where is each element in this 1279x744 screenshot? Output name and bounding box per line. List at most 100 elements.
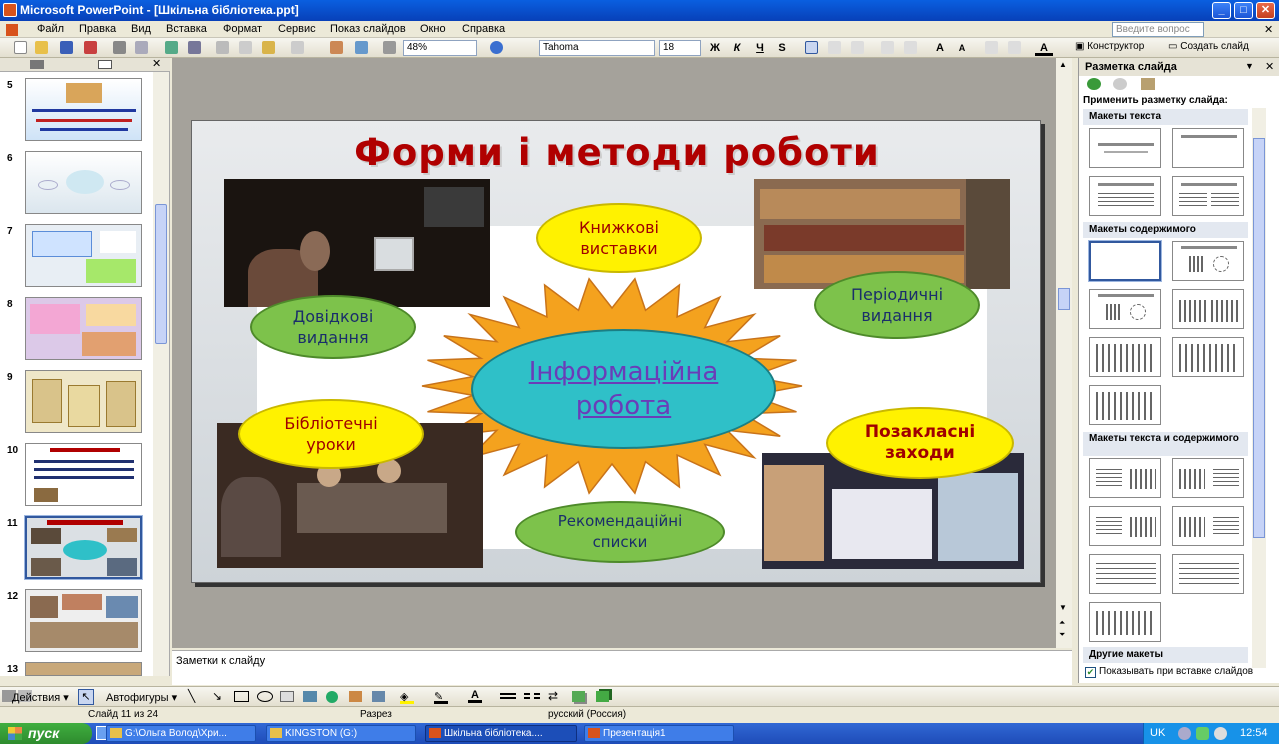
slide-thumbnail-5[interactable] [25,78,142,141]
task-presentation1[interactable]: Презентація1 [584,725,734,742]
task-powerpoint-active[interactable]: Шкільна бібліотека.... [425,725,577,742]
layout-text-content-e[interactable] [1089,554,1161,594]
layout-text-content-g[interactable] [1089,602,1161,642]
menu-file[interactable]: Файл [37,23,64,35]
open-icon[interactable] [35,41,48,54]
ellipse-recommended-lists[interactable]: Рекомендаційні списки [515,501,725,563]
slide-title[interactable]: Форми і методи роботи [192,131,1042,174]
menu-slideshow[interactable]: Показ слайдов [330,23,406,35]
layout-title-text[interactable] [1089,176,1161,216]
bold-button[interactable]: Ж [706,40,724,56]
align-left-icon[interactable] [805,41,818,54]
slide-thumbnail-11[interactable] [24,515,143,580]
menu-view[interactable]: Вид [131,23,151,35]
align-center-icon[interactable] [828,41,841,54]
thumbnails-scrollbar[interactable] [153,72,169,676]
next-slide-icon[interactable]: ⏷ [1059,630,1065,640]
cut-icon[interactable] [216,41,229,54]
task-explorer-folder[interactable]: G:\Ольга Волод\Хри... [106,725,256,742]
ellipse-reference-editions[interactable]: Довідкові видання [250,295,416,359]
decrease-font-button[interactable]: A [953,40,971,56]
layout-content[interactable] [1172,241,1244,281]
bullets-icon[interactable] [904,41,917,54]
safely-remove-icon[interactable] [1214,727,1227,740]
taskpane-scrollbar[interactable] [1252,108,1266,668]
scroll-thumb[interactable] [155,204,167,344]
rectangle-icon[interactable] [234,691,249,702]
increase-indent-icon[interactable] [1008,41,1021,54]
font-color-icon[interactable]: A [468,689,482,703]
ellipse-library-lessons[interactable]: Бібліотечні уроки [238,399,424,469]
menu-edit[interactable]: Правка [79,23,116,35]
slide-scrollbar[interactable]: ▲ ▼ ⏶ ⏷ [1056,58,1072,648]
notes-pane[interactable]: Заметки к слайду [172,650,1072,685]
close-pane-icon[interactable]: ✕ [152,57,161,70]
task-kingston-drive[interactable]: KINGSTON (G:) [266,725,416,742]
align-right-icon[interactable] [851,41,864,54]
home-icon[interactable] [1141,78,1155,90]
dash-style-icon[interactable] [524,693,540,699]
scroll-down-icon[interactable]: ▼ [1059,603,1067,612]
zoom-select[interactable]: 48% [403,40,477,56]
scroll-up-icon[interactable]: ▲ [1059,60,1067,69]
slide-thumbnail-10[interactable] [25,443,142,506]
taskpane-close-icon[interactable]: ✕ [1265,60,1274,73]
arrow-icon[interactable]: ↘ [212,689,222,703]
3d-style-icon[interactable] [596,691,609,702]
grid-icon[interactable] [383,41,396,54]
volume-icon[interactable] [1178,727,1191,740]
oval-icon[interactable] [257,691,273,702]
current-slide[interactable]: Форми і методи роботи Інформаційна робот… [191,120,1041,583]
layout-blank[interactable] [1088,240,1162,282]
fill-color-icon[interactable]: ◈ [400,690,414,704]
designer-button[interactable]: ▣ Конструктор [1075,41,1144,52]
document-icon[interactable] [6,24,18,36]
slides-tab[interactable] [98,60,112,69]
table-icon[interactable] [355,41,368,54]
format-painter-icon[interactable] [262,41,275,54]
layout-text-content-c[interactable] [1089,506,1161,546]
undo-icon[interactable] [291,41,304,54]
diagram-icon[interactable] [326,691,338,703]
shadow-style-icon[interactable] [572,691,585,702]
font-select[interactable]: Tahoma [539,40,655,56]
close-button[interactable]: ✕ [1256,2,1275,19]
select-arrow-icon[interactable]: ↖ [78,689,94,705]
center-ellipse[interactable]: Інформаційна робота [471,329,776,449]
layout-title-only[interactable] [1172,128,1244,168]
ellipse-book-exhibitions[interactable]: Книжкові виставки [536,203,702,273]
layout-title-content[interactable] [1089,289,1161,329]
picture-icon[interactable] [372,691,385,702]
menu-format[interactable]: Формат [223,23,262,35]
layout-title-slide[interactable] [1089,128,1161,168]
actions-menu[interactable]: Действия ▾ [12,691,69,704]
show-on-insert-checkbox[interactable]: ✔ [1085,667,1096,678]
help-icon[interactable] [490,41,503,54]
scroll-thumb[interactable] [1058,288,1070,310]
underline-button[interactable]: Ч [751,40,769,56]
forward-icon[interactable] [1113,78,1127,90]
research-icon[interactable] [188,41,201,54]
layout-text-content-a[interactable] [1089,458,1161,498]
menu-window[interactable]: Окно [420,23,446,35]
increase-font-button[interactable]: A [931,40,949,56]
slide-thumbnail-6[interactable] [25,151,142,214]
layout-four-content-a[interactable] [1089,337,1161,377]
close-doc-icon[interactable]: ✕ [1264,23,1273,36]
copy-icon[interactable] [239,41,252,54]
back-icon[interactable] [1087,78,1101,90]
layout-text-content-d[interactable] [1172,506,1244,546]
ask-question-input[interactable]: Введите вопрос [1112,22,1204,37]
new-slide-button[interactable]: ▭ Создать слайд [1168,41,1249,52]
powerpoint-app-icon[interactable] [3,3,17,17]
print-icon[interactable] [113,41,126,54]
prev-slide-icon[interactable]: ⏶ [1059,618,1065,628]
keyboard-language[interactable]: UK [1150,723,1165,744]
scroll-thumb[interactable] [1253,138,1265,538]
save-icon[interactable] [60,41,73,54]
decrease-indent-icon[interactable] [985,41,998,54]
font-size-select[interactable]: 18 [659,40,701,56]
minimize-button[interactable]: _ [1212,2,1231,19]
outline-tab[interactable] [30,60,44,69]
ellipse-extracurricular[interactable]: Позакласні заходи [826,407,1014,479]
